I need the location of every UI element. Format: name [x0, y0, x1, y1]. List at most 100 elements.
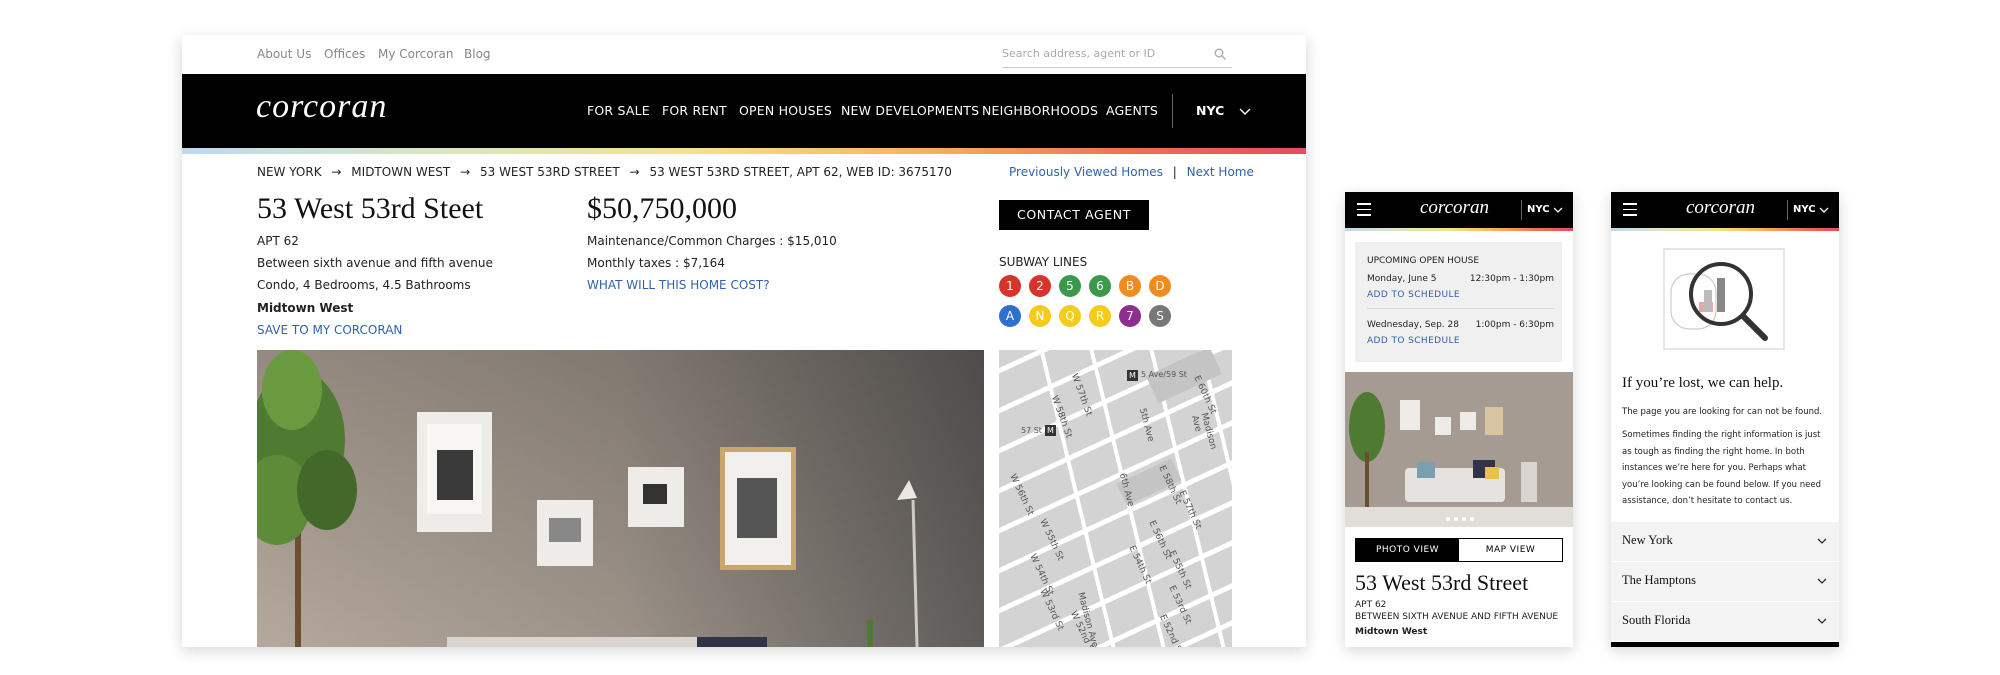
- mobile-header: corcoran NYC: [1611, 192, 1839, 228]
- footer-edge: [1611, 642, 1839, 647]
- nav-open-houses[interactable]: OPEN HOUSES: [739, 74, 832, 148]
- breadcrumb-current: 53 WEST 53RD STREET, APT 62, WEB ID: 367…: [649, 165, 952, 179]
- subway-line-1-icon: 1: [999, 275, 1021, 297]
- listing-details: Condo, 4 Bedrooms, 4.5 Bathrooms: [257, 278, 471, 292]
- lost-heading: If you’re lost, we can help.: [1622, 375, 1784, 391]
- utility-link-my-corcoran[interactable]: My Corcoran: [378, 47, 454, 61]
- breadcrumb-item[interactable]: 53 WEST 53RD STREET: [480, 165, 620, 179]
- mobile-listing-photo[interactable]: [1345, 372, 1573, 527]
- accordion-item-new-york[interactable]: New York: [1611, 522, 1839, 562]
- utility-link-about[interactable]: About Us: [257, 47, 311, 61]
- not-found-text: The page you are looking for can not be …: [1622, 407, 1823, 417]
- mobile-header: corcoran NYC: [1345, 192, 1573, 228]
- accordion-item-south-florida[interactable]: South Florida: [1611, 602, 1839, 641]
- breadcrumb-item[interactable]: NEW YORK: [257, 165, 322, 179]
- subway-station-icon: M: [1045, 425, 1056, 436]
- add-to-schedule-link[interactable]: ADD TO SCHEDULE: [1367, 336, 1460, 346]
- chevron-down-icon: [1819, 207, 1829, 213]
- chevron-down-icon: [1817, 538, 1827, 544]
- divider: [1367, 308, 1554, 309]
- header-divider: [1787, 200, 1788, 220]
- nav-neighborhoods[interactable]: NEIGHBORHOODS: [982, 74, 1098, 148]
- save-to-my-corcoran-link[interactable]: SAVE TO MY CORCORAN: [257, 323, 402, 337]
- subway-line-q-icon: Q: [1059, 305, 1081, 327]
- logo[interactable]: corcoran: [256, 88, 387, 126]
- nav-for-sale[interactable]: FOR SALE: [587, 74, 650, 148]
- hamburger-menu-icon[interactable]: [1357, 203, 1371, 216]
- region-label: NYC: [1196, 103, 1225, 118]
- utility-link-offices[interactable]: Offices: [324, 47, 365, 61]
- desktop-page: About Us Offices My Corcoran Blog Search…: [182, 35, 1306, 647]
- mobile-listing-apt: APT 62: [1355, 600, 1387, 610]
- listing-title: 53 West 53rd Steet: [257, 192, 484, 225]
- accordion-label: The Hamptons: [1622, 573, 1696, 587]
- subway-line-n-icon: N: [1029, 305, 1051, 327]
- region-label[interactable]: NYC: [1527, 204, 1550, 215]
- street-map: [999, 350, 1232, 647]
- nav-for-rent[interactable]: FOR RENT: [662, 74, 727, 148]
- logo[interactable]: corcoran: [1686, 197, 1755, 219]
- listing-map[interactable]: W 58th St W 57th St W 56th St W 55th St …: [999, 350, 1232, 647]
- chevron-down-icon: [1817, 578, 1827, 584]
- previously-viewed-link[interactable]: Previously Viewed Homes: [1009, 165, 1163, 179]
- listing-price: $50,750,000: [587, 192, 737, 225]
- logo[interactable]: corcoran: [1420, 197, 1489, 219]
- nav-new-developments[interactable]: NEW DEVELOPMENTS: [841, 74, 979, 148]
- open-house-time: 1:00pm - 6:30pm: [1475, 320, 1554, 330]
- region-selector[interactable]: NYC: [1196, 74, 1251, 148]
- subway-lines: 1256BD ANQR7S: [999, 275, 1189, 335]
- magnifier-illustration-icon: [1663, 248, 1785, 350]
- living-room-photo: [257, 350, 984, 647]
- subway-line-5-icon: 5: [1059, 275, 1081, 297]
- subway-line-a-icon: A: [999, 305, 1021, 327]
- accordion-item-hamptons[interactable]: The Hamptons: [1611, 562, 1839, 602]
- brand-color-strip: [1611, 228, 1839, 231]
- utility-link-blog[interactable]: Blog: [464, 47, 491, 61]
- open-house-heading: UPCOMING OPEN HOUSE: [1367, 256, 1479, 266]
- subway-line-6-icon: 6: [1089, 275, 1111, 297]
- search-icon[interactable]: [1214, 48, 1226, 60]
- region-label[interactable]: NYC: [1793, 204, 1816, 215]
- subway-line-b-icon: B: [1119, 275, 1141, 297]
- listing-pager: Previously Viewed Homes | Next Home: [1009, 165, 1254, 179]
- mobile-neighborhood: Midtown West: [1355, 627, 1428, 637]
- open-house-panel: UPCOMING OPEN HOUSE Monday, June 5 12:30…: [1355, 242, 1562, 362]
- subway-line-7-icon: 7: [1119, 305, 1141, 327]
- listing-apt: APT 62: [257, 234, 299, 248]
- search-input[interactable]: Search address, agent or ID: [1002, 41, 1232, 68]
- accordion-label: New York: [1622, 533, 1673, 547]
- monthly-taxes: Monthly taxes : $7,164: [587, 256, 725, 270]
- pager-divider: |: [1172, 165, 1177, 179]
- photo-view-tab[interactable]: PHOTO VIEW: [1356, 539, 1459, 561]
- map-label: 5 Ave/59 St: [1141, 370, 1187, 379]
- nav-agents[interactable]: AGENTS: [1106, 74, 1158, 148]
- breadcrumb: NEW YORK → MIDTOWN WEST → 53 WEST 53RD S…: [257, 165, 952, 179]
- mobile-cross-streets: BETWEEN SIXTH AVENUE AND FIFTH AVENUE: [1355, 612, 1559, 622]
- hamburger-menu-icon[interactable]: [1623, 203, 1637, 216]
- arrow-right-icon: →: [460, 165, 471, 179]
- subway-line-r-icon: R: [1089, 305, 1111, 327]
- living-room-photo: [1345, 372, 1573, 527]
- chevron-down-icon: [1553, 207, 1563, 213]
- map-view-tab[interactable]: MAP VIEW: [1459, 539, 1562, 561]
- subway-line-s-icon: S: [1149, 305, 1171, 327]
- arrow-right-icon: →: [629, 165, 640, 179]
- chevron-down-icon: [1239, 108, 1251, 115]
- listing-cross-streets: Between sixth avenue and fifth avenue: [257, 256, 493, 270]
- chevron-down-icon: [1817, 618, 1827, 624]
- breadcrumb-item[interactable]: MIDTOWN WEST: [351, 165, 450, 179]
- mobile-404-page: corcoran NYC If you’re lost, we can help…: [1611, 192, 1839, 647]
- contact-agent-button[interactable]: CONTACT AGENT: [999, 200, 1149, 230]
- accordion-label: South Florida: [1622, 613, 1691, 627]
- next-home-link[interactable]: Next Home: [1187, 165, 1254, 179]
- listing-neighborhood: Midtown West: [257, 301, 354, 315]
- listing-photo[interactable]: [257, 350, 984, 647]
- maintenance-charges: Maintenance/Common Charges : $15,010: [587, 234, 837, 248]
- help-paragraph: Sometimes finding the right information …: [1622, 430, 1821, 506]
- header-divider: [1521, 200, 1522, 220]
- home-cost-link[interactable]: WHAT WILL THIS HOME COST?: [587, 278, 770, 292]
- mobile-listing-page: corcoran NYC UPCOMING OPEN HOUSE Monday,…: [1345, 192, 1573, 647]
- search-placeholder: Search address, agent or ID: [1002, 47, 1156, 60]
- subway-line-d-icon: D: [1149, 275, 1171, 297]
- add-to-schedule-link[interactable]: ADD TO SCHEDULE: [1367, 290, 1460, 300]
